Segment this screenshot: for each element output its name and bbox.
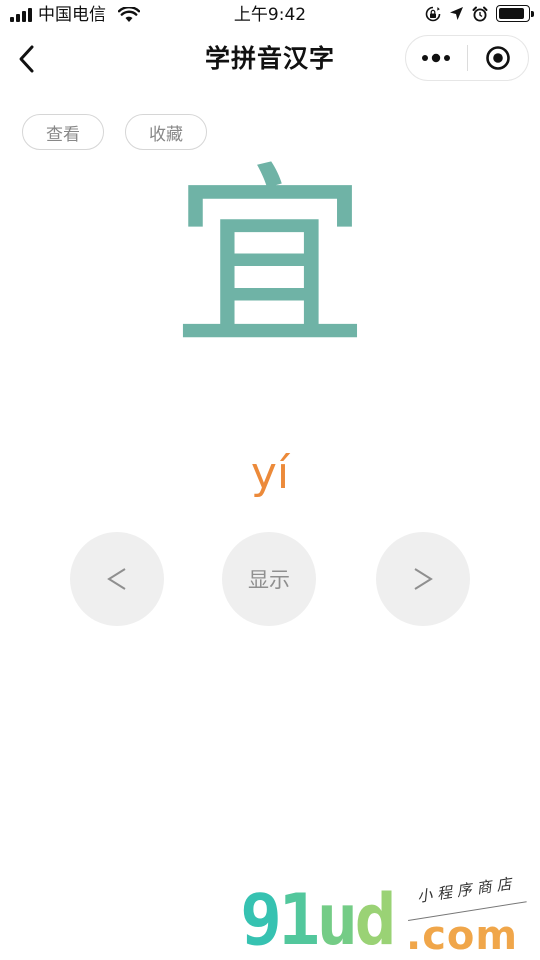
- location-icon: [450, 7, 463, 20]
- next-chevron-icon: [414, 568, 433, 590]
- watermark-brand: 91ud: [240, 879, 397, 960]
- view-button[interactable]: 查看: [22, 114, 104, 150]
- alarm-icon: [472, 6, 488, 21]
- show-button[interactable]: 显示: [222, 532, 316, 626]
- battery-fill: [499, 8, 525, 19]
- previous-chevron-icon: [107, 568, 126, 590]
- previous-button[interactable]: [70, 532, 164, 626]
- close-miniprogram-button[interactable]: [467, 36, 528, 80]
- more-button[interactable]: [406, 36, 467, 80]
- hanzi-character: 宜: [171, 146, 368, 374]
- miniprogram-capsule: [405, 35, 529, 81]
- next-button[interactable]: [376, 532, 470, 626]
- watermark-logo: 91ud 小程序商店 .com: [240, 874, 540, 960]
- watermark-subtitle: 小程序商店: [416, 874, 518, 906]
- status-bar: 中国电信 上午9:42: [0, 0, 540, 30]
- nav-bar: 学拼音汉字: [0, 30, 540, 88]
- status-right: [425, 5, 534, 22]
- more-dots-icon: [422, 53, 451, 63]
- battery-icon: [496, 5, 534, 22]
- favorite-button[interactable]: 收藏: [125, 114, 207, 150]
- watermark-domain: .com: [406, 913, 519, 959]
- pinyin-text: yí: [250, 448, 290, 499]
- target-circle-icon: [485, 46, 510, 70]
- orientation-lock-icon: [425, 6, 441, 21]
